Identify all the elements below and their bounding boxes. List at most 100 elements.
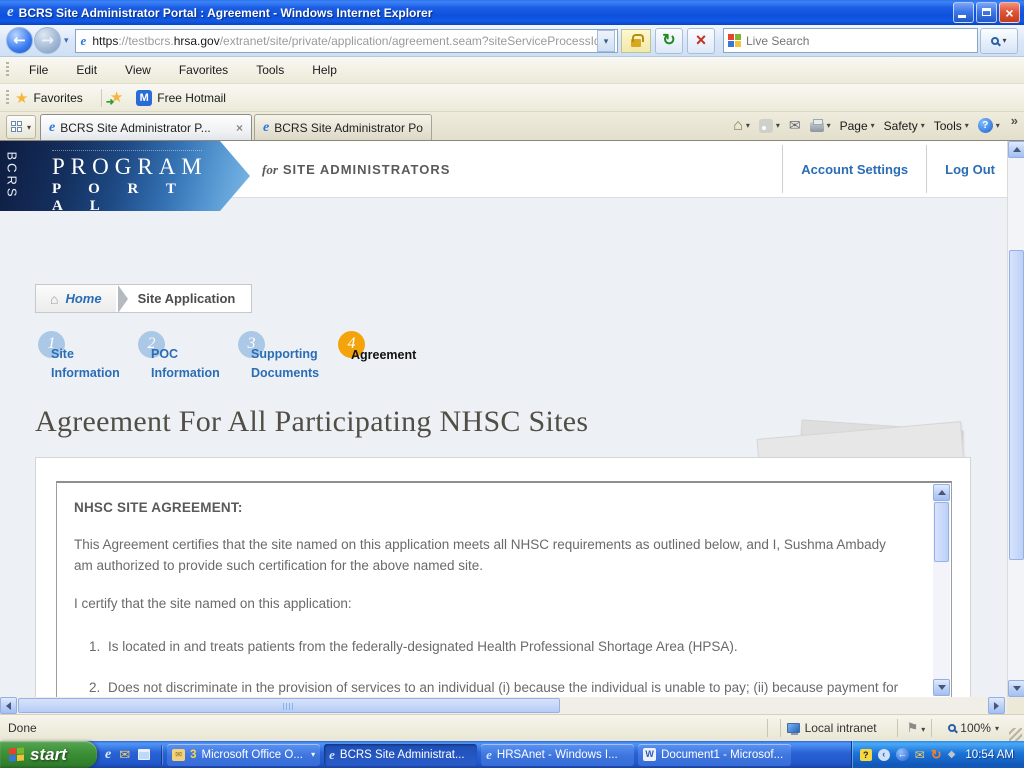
- menu-view[interactable]: View: [111, 59, 165, 81]
- window-titlebar[interactable]: e BCRS Site Administrator Portal : Agree…: [0, 0, 1024, 25]
- address-dropdown[interactable]: ▾: [597, 29, 615, 52]
- toolbar-overflow-chevron[interactable]: »: [1011, 113, 1018, 128]
- quick-tabs-button[interactable]: ▾: [6, 115, 37, 139]
- tab-bar: ▾ e BCRS Site Administrator P... × e BCR…: [0, 112, 1024, 141]
- ie-logo-icon: e: [7, 4, 14, 20]
- tab-list-dropdown[interactable]: ▾: [27, 123, 31, 132]
- toolbar-grip[interactable]: [6, 89, 9, 106]
- taskbar-item-bcrs[interactable]: e BCRS Site Administrat...: [324, 743, 478, 766]
- stop-icon: ×: [695, 29, 707, 50]
- agreement-paragraph: This Agreement certifies that the site n…: [74, 536, 886, 574]
- command-bar: ⌂ ▾ ▾ ✉ ▾ Page ▾ Safety ▾ Tools ▾ ? ▾ »: [733, 111, 1024, 140]
- scrollbar-thumb[interactable]: [1009, 250, 1024, 560]
- show-desktop-icon[interactable]: [138, 749, 151, 760]
- help-tray-icon[interactable]: ?: [859, 748, 872, 761]
- bcrs-program-portal-logo: BCRS PROGRAM P O R T A L: [0, 141, 250, 211]
- breadcrumb-home[interactable]: ⌂ Home: [36, 285, 116, 312]
- minimize-button[interactable]: [953, 2, 974, 23]
- menu-edit[interactable]: Edit: [62, 59, 111, 81]
- recent-pages-dropdown[interactable]: ▾: [64, 35, 69, 46]
- device-tray-icon[interactable]: ◆: [948, 749, 956, 760]
- outlook-quicklaunch-icon[interactable]: ✉: [119, 747, 130, 763]
- hide-icons-button[interactable]: ‹: [877, 748, 890, 761]
- sync-tray-icon[interactable]: ↻: [931, 747, 942, 763]
- lock-icon: [631, 33, 644, 47]
- breadcrumb-current: Site Application: [137, 291, 236, 306]
- scrollbar-thumb[interactable]: [934, 502, 949, 562]
- refresh-button[interactable]: ↻: [655, 27, 683, 54]
- menu-favorites[interactable]: Favorites: [165, 59, 242, 81]
- read-mail-button[interactable]: ✉: [789, 117, 801, 134]
- taskbar-item-word[interactable]: W Document1 - Microsof...: [638, 743, 792, 766]
- tab-bcrs-agreement[interactable]: e BCRS Site Administrator P... ×: [40, 114, 253, 140]
- status-text: Done: [8, 721, 37, 735]
- agreement-card: NHSC SITE AGREEMENT: This Agreement cert…: [35, 457, 971, 697]
- feeds-button[interactable]: ▾: [758, 118, 780, 133]
- scroll-up-button[interactable]: [933, 484, 950, 501]
- menu-file[interactable]: File: [15, 59, 62, 81]
- agreement-text: NHSC SITE AGREEMENT: This Agreement cert…: [57, 483, 951, 697]
- safety-menu-button[interactable]: Safety ▾: [884, 119, 925, 133]
- favorites-button[interactable]: Favorites: [33, 91, 82, 105]
- step-site-information[interactable]: 1 Site Information: [35, 331, 135, 389]
- url-text: https://testbcrs.hrsa.gov/extranet/site/…: [92, 33, 597, 48]
- scroll-down-button[interactable]: [933, 679, 950, 696]
- divider: [161, 744, 163, 765]
- divider: [896, 719, 898, 737]
- search-box[interactable]: [723, 28, 978, 53]
- close-button[interactable]: ×: [999, 2, 1020, 23]
- taskbar-group-office[interactable]: ✉ 3 Microsoft Office O... ▾: [167, 743, 321, 766]
- help-icon: ?: [977, 118, 993, 133]
- scrollbar-thumb[interactable]: [18, 698, 560, 713]
- stop-button[interactable]: ×: [687, 27, 715, 54]
- account-settings-link[interactable]: Account Settings: [801, 162, 908, 177]
- divider: [931, 719, 933, 737]
- mail-tray-icon[interactable]: ✉: [915, 748, 925, 762]
- page-vertical-scrollbar[interactable]: [1007, 141, 1024, 697]
- agreement-scrollbar[interactable]: [933, 484, 950, 696]
- bcrs-vertical-text: BCRS: [4, 151, 20, 200]
- scroll-up-button[interactable]: [1008, 141, 1024, 158]
- step-agreement[interactable]: 4 Agreement: [335, 331, 435, 389]
- portal-tagline: for SITE ADMINISTRATORS: [262, 162, 451, 177]
- start-button[interactable]: start: [0, 741, 97, 768]
- search-input[interactable]: [746, 33, 973, 48]
- tab-bcrs-portal[interactable]: e BCRS Site Administrator Port...: [254, 114, 433, 140]
- log-out-link[interactable]: Log Out: [945, 162, 995, 177]
- step-poc-information[interactable]: 2 POC Information: [135, 331, 235, 389]
- menu-help[interactable]: Help: [298, 59, 351, 81]
- back-button[interactable]: ←: [6, 27, 33, 54]
- resize-grip[interactable]: [1009, 728, 1022, 741]
- address-input[interactable]: e https://testbcrs.hrsa.gov/extranet/sit…: [74, 28, 618, 53]
- toolbar-grip[interactable]: [6, 62, 9, 78]
- free-hotmail-link[interactable]: Free Hotmail: [157, 91, 226, 105]
- close-tab-icon[interactable]: ×: [236, 121, 243, 135]
- scroll-down-button[interactable]: [1008, 680, 1024, 697]
- home-button[interactable]: ⌂ ▾: [733, 117, 750, 133]
- scroll-right-button[interactable]: [988, 697, 1005, 714]
- security-zone[interactable]: Local intranet: [786, 721, 877, 735]
- tools-menu-button[interactable]: Tools ▾: [934, 119, 969, 133]
- zoom-control[interactable]: 100% ▾: [948, 721, 999, 735]
- zoom-dropdown[interactable]: ▾: [995, 724, 999, 733]
- restore-button[interactable]: [976, 2, 997, 23]
- step-supporting-documents[interactable]: 3 Supporting Documents: [235, 331, 335, 389]
- messenger-tray-icon[interactable]: ←: [895, 748, 909, 761]
- help-button[interactable]: ? ▾: [977, 118, 1000, 133]
- scroll-left-button[interactable]: [0, 697, 17, 714]
- ie-quicklaunch-icon[interactable]: e: [105, 747, 111, 763]
- search-icon: [991, 36, 1000, 45]
- page-menu-button[interactable]: Page ▾: [840, 119, 875, 133]
- taskbar-item-hrsanet[interactable]: e HRSAnet - Windows I...: [481, 743, 635, 766]
- search-go-button[interactable]: ▾: [980, 27, 1018, 54]
- agreement-paragraph: I certify that the site named on this ap…: [74, 595, 352, 611]
- security-lock-button[interactable]: [621, 28, 651, 53]
- menu-tools[interactable]: Tools: [242, 59, 298, 81]
- forward-button[interactable]: →: [34, 27, 61, 54]
- page-horizontal-scrollbar[interactable]: [0, 697, 1007, 714]
- divider: [100, 88, 102, 107]
- add-to-favorites-button[interactable]: ★ ➜: [106, 88, 128, 108]
- print-button[interactable]: ▾: [809, 119, 831, 132]
- protected-mode-button[interactable]: ⚑ ▾: [904, 720, 926, 736]
- search-options-dropdown[interactable]: ▾: [1002, 36, 1006, 45]
